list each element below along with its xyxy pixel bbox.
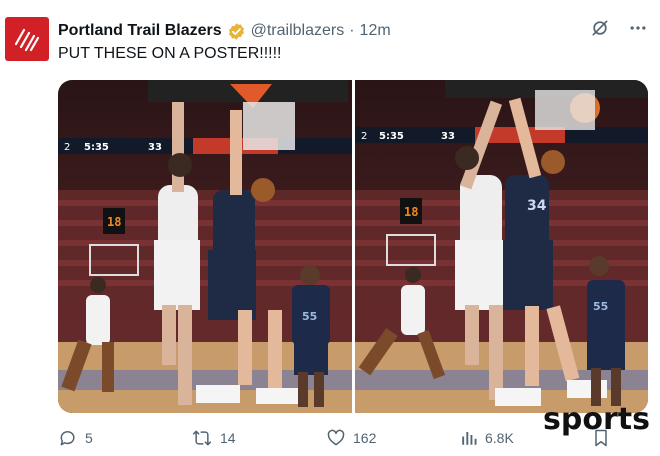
like-count: 162 bbox=[353, 430, 377, 446]
scoreboard-score-text: 33 bbox=[148, 142, 162, 153]
more-options-icon[interactable] bbox=[628, 18, 648, 38]
views-count: 6.8K bbox=[485, 430, 514, 446]
views-button[interactable]: 6.8K bbox=[460, 429, 514, 447]
user-handle[interactable]: @trailblazers bbox=[251, 22, 345, 40]
retweet-button[interactable]: 14 bbox=[191, 428, 236, 448]
shot-clock-text: 18 bbox=[107, 215, 121, 229]
media-photo-1[interactable]: 2 5:35 33 18 55 bbox=[58, 80, 352, 413]
reply-button[interactable]: 5 bbox=[58, 428, 93, 448]
shot-clock-text: 18 bbox=[404, 205, 418, 219]
retweet-count: 14 bbox=[220, 430, 236, 446]
heart-icon bbox=[326, 428, 346, 448]
scoreboard-score-text: 33 bbox=[441, 131, 455, 142]
reply-count: 5 bbox=[85, 430, 93, 446]
scoreboard-period-text: 2 bbox=[64, 142, 70, 153]
jersey-number-secondary-text: 34 bbox=[527, 198, 547, 214]
tweet-header: Portland Trail Blazers @trailblazers · 1… bbox=[58, 20, 391, 42]
jersey-number-text: 55 bbox=[302, 310, 317, 323]
sports-watermark: sports bbox=[543, 402, 650, 437]
tweet-text: PUT THESE ON A POSTER!!!!! bbox=[58, 45, 282, 62]
trail-blazers-logo-icon bbox=[14, 28, 40, 52]
like-button[interactable]: 162 bbox=[326, 428, 376, 448]
grok-icon[interactable] bbox=[590, 18, 610, 38]
tweet-card: Portland Trail Blazers @trailblazers · 1… bbox=[0, 0, 660, 456]
separator-dot: · bbox=[349, 22, 355, 39]
jersey-number-text: 55 bbox=[593, 300, 608, 313]
media-grid: 2 5:35 33 18 55 2 5:35 33 18 34 55 bbox=[58, 80, 648, 413]
display-name[interactable]: Portland Trail Blazers bbox=[58, 22, 222, 40]
tweet-top-icons bbox=[590, 18, 648, 38]
reply-icon bbox=[58, 428, 78, 448]
scoreboard-time-text: 5:35 bbox=[379, 131, 404, 142]
media-photo-2[interactable]: 2 5:35 33 18 34 55 bbox=[354, 80, 649, 413]
scoreboard-period-text: 2 bbox=[361, 131, 367, 142]
avatar[interactable] bbox=[5, 17, 49, 61]
views-chart-icon bbox=[460, 429, 478, 447]
timestamp[interactable]: 12m bbox=[360, 22, 391, 40]
scoreboard-time-text: 5:35 bbox=[84, 142, 109, 153]
verified-badge-icon bbox=[227, 22, 246, 41]
retweet-icon bbox=[191, 428, 213, 448]
